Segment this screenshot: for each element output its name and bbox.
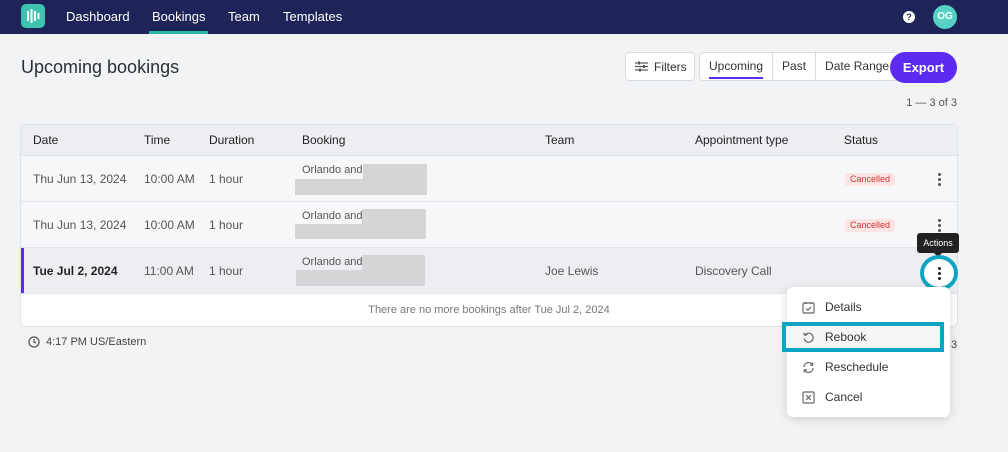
column-header-appointment-type: Appointment type — [695, 133, 789, 147]
date-filter-tabs: Upcoming Past Date Range — [699, 52, 900, 81]
nav-team[interactable]: Team — [228, 0, 260, 34]
table-header: Date Time Duration Booking Team Appointm… — [21, 125, 957, 156]
menu-item-details[interactable]: Details — [787, 292, 950, 322]
menu-item-label: Rebook — [825, 330, 867, 344]
cell-time: 10:00 AM — [144, 218, 195, 232]
x-square-icon — [802, 390, 815, 404]
row-actions-button-active[interactable] — [920, 255, 958, 291]
top-nav: Dashboard Bookings Team Templates ? OG — [0, 0, 1008, 34]
cell-date: Tue Jul 2, 2024 — [33, 264, 118, 278]
sliders-icon — [635, 61, 648, 72]
menu-item-reschedule[interactable]: Reschedule — [787, 352, 950, 382]
timezone-display: 4:17 PM US/Eastern — [28, 336, 146, 348]
redacted-block — [363, 164, 427, 179]
rotate-ccw-icon — [802, 332, 814, 343]
tab-past[interactable]: Past — [773, 53, 817, 80]
footer-count: 3 — [951, 339, 958, 351]
status-badge: Cancelled — [845, 219, 896, 232]
actions-tooltip: Actions — [917, 233, 959, 257]
row-actions-button[interactable] — [931, 171, 947, 187]
cell-booking: Orlando and — [302, 210, 363, 222]
redacted-block — [295, 179, 427, 195]
column-header-booking: Booking — [302, 133, 346, 147]
user-avatar[interactable]: OG — [933, 5, 957, 29]
filters-button[interactable]: Filters — [625, 52, 695, 81]
cell-duration: 1 hour — [209, 218, 244, 232]
menu-item-label: Details — [825, 300, 862, 314]
nav-templates[interactable]: Templates — [283, 0, 342, 34]
menu-item-label: Cancel — [825, 390, 863, 404]
table-row[interactable]: Thu Jun 13, 2024 10:00 AM 1 hour Orlando… — [21, 202, 957, 248]
cell-time: 10:00 AM — [144, 172, 195, 186]
cell-duration: 1 hour — [209, 172, 244, 186]
cell-date: Thu Jun 13, 2024 — [33, 172, 127, 186]
cell-team: Joe Lewis — [545, 264, 599, 278]
cell-booking: Orlando and — [302, 256, 363, 268]
cell-date: Thu Jun 13, 2024 — [33, 218, 127, 232]
redacted-block — [296, 270, 425, 286]
redacted-block — [295, 224, 426, 239]
menu-item-label: Reschedule — [825, 360, 889, 374]
checklist-icon — [802, 301, 815, 314]
column-header-time: Time — [144, 133, 171, 147]
export-button[interactable]: Export — [890, 52, 957, 83]
tab-date-range[interactable]: Date Range — [816, 53, 898, 80]
redacted-block — [362, 209, 426, 224]
tab-upcoming[interactable]: Upcoming — [700, 53, 774, 80]
row-actions-button[interactable] — [931, 217, 947, 233]
status-badge: Cancelled — [845, 173, 896, 186]
column-header-date: Date — [33, 133, 59, 147]
pagination-count: 1 — 3 of 3 — [906, 97, 957, 109]
refresh-icon — [803, 361, 814, 373]
actions-menu: Details Rebook Reschedule Cancel — [782, 287, 950, 417]
help-icon[interactable]: ? — [903, 11, 915, 23]
page-title: Upcoming bookings — [21, 57, 180, 77]
clock-icon — [28, 336, 40, 348]
cell-duration: 1 hour — [209, 264, 244, 278]
menu-item-cancel[interactable]: Cancel — [787, 382, 950, 412]
menu-item-rebook[interactable]: Rebook — [782, 322, 944, 352]
table-row[interactable]: Thu Jun 13, 2024 10:00 AM 1 hour Orlando… — [21, 156, 957, 202]
nav-bookings[interactable]: Bookings — [149, 0, 209, 34]
column-header-duration: Duration — [209, 133, 255, 147]
nav-dashboard[interactable]: Dashboard — [66, 0, 130, 34]
redacted-block — [362, 255, 425, 270]
cell-booking: Orlando and — [302, 164, 363, 176]
column-header-status: Status — [844, 133, 879, 147]
timezone-label: 4:17 PM US/Eastern — [46, 336, 147, 348]
cell-time: 11:00 AM — [144, 264, 194, 278]
column-header-team: Team — [545, 133, 575, 147]
app-logo-icon[interactable] — [21, 4, 45, 28]
filters-label: Filters — [654, 59, 687, 74]
cell-appointment-type: Discovery Call — [695, 264, 772, 278]
